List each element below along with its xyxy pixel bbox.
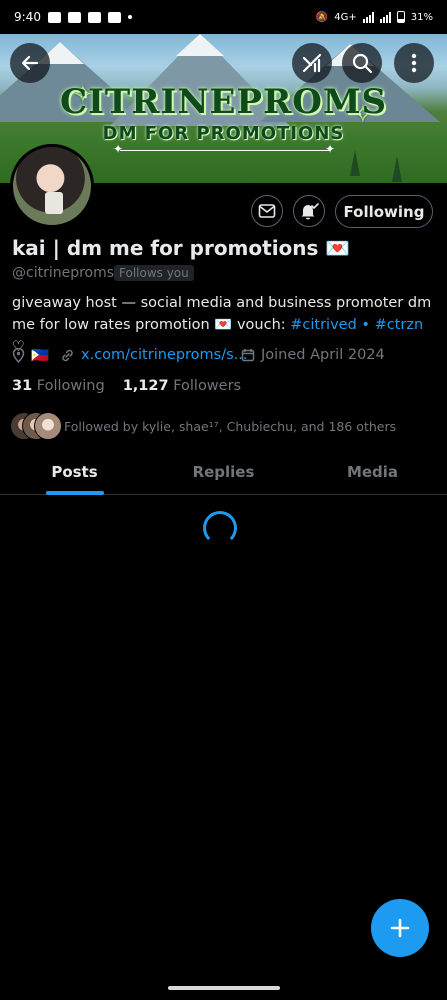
bell-check-icon — [301, 203, 319, 220]
status-time: 9:40 — [14, 10, 41, 24]
grok-icon — [302, 53, 322, 73]
mail-icon — [258, 204, 276, 218]
join-date: Joined April 2024 — [241, 347, 385, 363]
home-indicator[interactable] — [168, 986, 280, 990]
facebook-icon — [107, 11, 121, 23]
followers-label: Followers — [173, 378, 242, 394]
banner-subtitle: DM FOR PROMOTIONS — [102, 123, 345, 144]
follow-stats: 31 Following 1,127 Followers — [12, 378, 241, 394]
website[interactable]: x.com/citrineproms/s... — [60, 347, 248, 363]
avatar — [34, 412, 62, 440]
website-link[interactable]: x.com/citrineproms/s... — [81, 347, 248, 363]
signal-icon — [379, 11, 391, 23]
compose-button[interactable] — [371, 899, 429, 957]
search-button[interactable] — [342, 43, 382, 83]
message-button[interactable] — [251, 195, 283, 227]
follows-you-badge: Follows you — [114, 265, 194, 281]
following-button[interactable]: Following — [335, 195, 433, 228]
messenger-icon — [47, 11, 61, 23]
following-stat[interactable]: 31 Following — [12, 378, 105, 394]
loading-spinner — [203, 511, 237, 545]
more-vertical-icon — [411, 53, 417, 73]
plus-icon — [390, 918, 410, 938]
following-count: 31 — [12, 378, 33, 394]
sparkle-icon: ✦ — [113, 142, 124, 156]
facebook-icon — [87, 11, 101, 23]
notifications-button[interactable] — [293, 195, 325, 227]
following-label: Following — [36, 378, 105, 394]
battery-icon — [396, 11, 405, 23]
display-name: kai | dm me for promotions 💌 — [12, 236, 351, 260]
tab-media[interactable]: Media — [298, 450, 447, 494]
followers-count: 1,127 — [122, 378, 169, 394]
followed-by-text[interactable]: Followed by kylie, shae¹⁷, Chubiechu, an… — [64, 419, 396, 434]
search-icon — [352, 53, 373, 74]
more-notifications-icon — [127, 15, 132, 19]
avatar[interactable] — [10, 144, 94, 228]
battery-level: 31% — [410, 11, 433, 23]
grok-button[interactable] — [292, 43, 332, 83]
mute-icon: 🔕 — [315, 11, 329, 23]
sparkle-icon: ✦ — [325, 142, 336, 156]
network-type: 4G+ — [334, 11, 357, 23]
username: @citrineproms — [12, 265, 115, 281]
status-bar: 9:40 🔕 4G+ 31% — [0, 0, 447, 34]
followers-stat[interactable]: 1,127 Followers — [123, 378, 241, 394]
back-button[interactable] — [10, 43, 50, 83]
calendar-icon — [241, 349, 255, 362]
hashtag-link[interactable]: #citrived — [290, 317, 357, 333]
tab-posts[interactable]: Posts — [0, 450, 149, 494]
banner-title: CITRINEPROMS — [59, 82, 388, 122]
profile-tabs: Posts Replies Media — [0, 450, 447, 495]
tab-replies[interactable]: Replies — [149, 450, 298, 494]
location: 🇵🇭 — [12, 347, 49, 364]
signal-icon — [362, 11, 374, 23]
link-icon — [62, 349, 73, 361]
joined-text: Joined April 2024 — [261, 347, 385, 363]
more-options-button[interactable] — [394, 43, 434, 83]
followed-by-avatars[interactable] — [10, 412, 62, 440]
gmail-icon — [67, 11, 81, 23]
location-flag: 🇵🇭 — [31, 348, 50, 364]
bio-separator: • — [356, 317, 375, 333]
location-pin-icon — [12, 348, 25, 363]
hashtag-link[interactable]: #ctrzn — [375, 317, 424, 333]
arrow-left-icon — [21, 55, 39, 71]
